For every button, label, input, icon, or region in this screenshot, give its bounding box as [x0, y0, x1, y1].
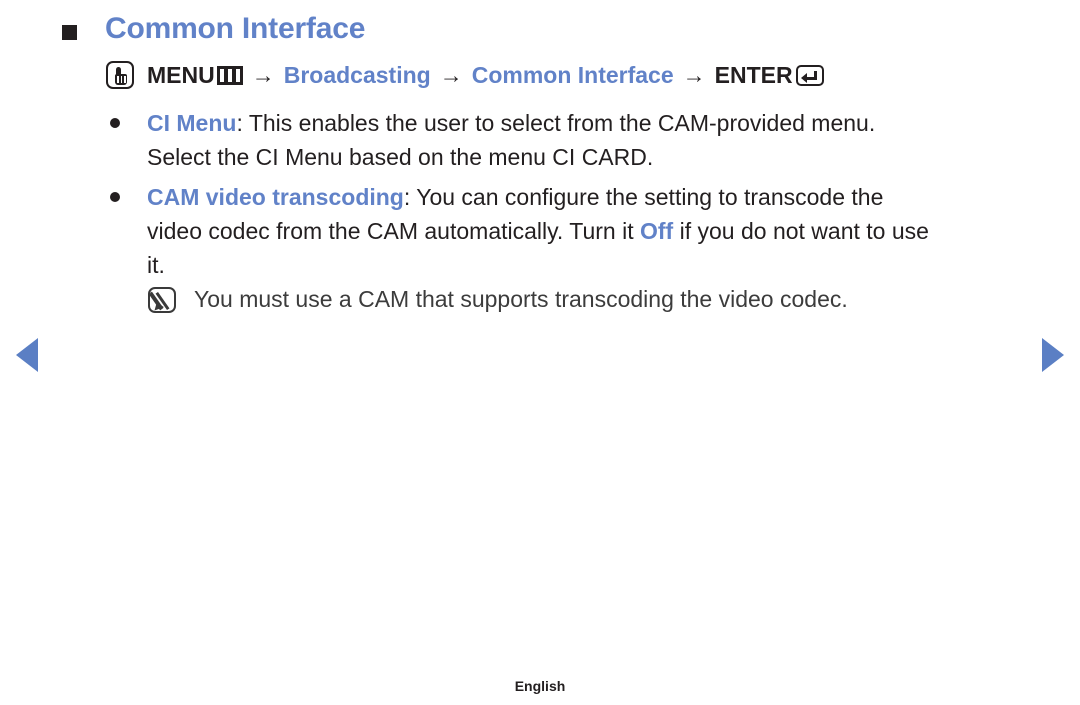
- bullet-keyword: CAM video transcoding: [147, 184, 404, 210]
- breadcrumb-item-common-interface[interactable]: Common Interface: [472, 60, 674, 90]
- bullet-item-ci-menu: CI Menu: This enables the user to select…: [110, 106, 1040, 174]
- manual-page: Common Interface MENU → Broadcasting → C…: [0, 0, 1080, 705]
- page-title-text: Common Interface: [105, 12, 366, 45]
- bullet-secondary-line: Select the CI Menu based on the menu CI …: [147, 144, 654, 170]
- breadcrumb-arrow-1: →: [251, 62, 275, 88]
- hand-press-icon: [106, 61, 134, 89]
- breadcrumb-item-broadcasting[interactable]: Broadcasting: [284, 60, 431, 90]
- breadcrumb-arrow-3: →: [682, 62, 706, 88]
- arrow-right-icon[interactable]: [1042, 338, 1064, 372]
- bullet-body-line-2: video codec from the CAM automatically. …: [147, 214, 1040, 248]
- note-pencil-icon: [148, 287, 176, 313]
- bullet-keyword: CI Menu: [147, 110, 237, 136]
- title-bullet-square: [62, 24, 77, 40]
- bullet-dot: [110, 192, 120, 202]
- page-title: Common Interface: [62, 12, 365, 46]
- breadcrumb-arrow-2: →: [439, 62, 463, 88]
- bullet-text: CAM video transcoding: You can configure…: [147, 180, 1040, 282]
- note-item: You must use a CAM that supports transco…: [148, 282, 848, 316]
- note-text: You must use a CAM that supports transco…: [194, 286, 848, 312]
- arrow-left-icon[interactable]: [16, 338, 38, 372]
- breadcrumb-enter-label[interactable]: ENTER: [715, 60, 793, 90]
- bullet-item-cam-video-transcoding: CAM video transcoding: You can configure…: [110, 180, 1040, 282]
- breadcrumb: MENU → Broadcasting → Common Interface →…: [106, 60, 824, 90]
- bullet-body-text: : This enables the user to select from t…: [236, 110, 876, 136]
- bullet-body-line-3: it.: [147, 252, 165, 278]
- footer-language: English: [514, 678, 566, 694]
- bullet-text: CI Menu: This enables the user to select…: [147, 106, 1040, 174]
- menu-grid-icon: [216, 65, 243, 85]
- bullet-body-part-1: : You can configure the setting to trans…: [403, 184, 884, 210]
- enter-key-icon: [795, 64, 824, 86]
- bullet-dot: [110, 118, 120, 128]
- breadcrumb-menu-label[interactable]: MENU: [147, 60, 215, 90]
- bullet-body-part-3: if you do not want to use: [673, 218, 929, 244]
- bullet-inline-keyword-off: Off: [640, 218, 674, 244]
- bullet-body-part-2: video codec from the CAM automatically. …: [147, 218, 640, 244]
